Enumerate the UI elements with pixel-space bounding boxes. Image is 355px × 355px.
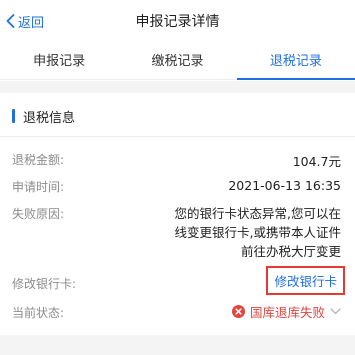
error-circle-icon (231, 305, 245, 318)
page-title: 申报记录详情 (135, 14, 220, 30)
refund-amount-label: 退税金额: (12, 153, 65, 167)
section-accent-bar (12, 109, 15, 123)
tab-payment-records[interactable]: 缴税记录 (118, 40, 236, 79)
fail-reason-line: 线变更银行卡,或携带本人证件 (174, 225, 341, 240)
section-title: 退税信息 (23, 110, 76, 126)
modify-bank-card-link[interactable]: 修改银行卡 (266, 266, 345, 295)
modify-card-label: 修改银行卡: (12, 277, 77, 291)
tab-refund-records[interactable]: 退税记录 (236, 40, 355, 80)
screen: 返回 申报记录详情 申报记录 缴税记录 退税记录 退税信息 退税金额: 104.… (0, 0, 355, 355)
status-value: 国库退库失败 (249, 305, 325, 320)
current-status-label: 当前状态: (12, 306, 65, 320)
fail-reason-line: 您的银行卡状态异常,您可以在 (174, 206, 341, 221)
bottom-gap (0, 335, 355, 355)
section-gap (0, 81, 355, 93)
section-divider (0, 136, 355, 137)
refund-amount-value: 104.7元 (292, 154, 341, 169)
nav-header: 返回 申报记录详情 (0, 0, 355, 40)
status-dropdown[interactable]: 国库退库失败 (231, 302, 341, 321)
fail-reason-text: 您的银行卡状态异常,您可以在 线变更银行卡,或携带本人证件 前往办税大厅变更 (151, 204, 341, 261)
apply-time-value: 2021-06-13 16:35 (228, 178, 341, 193)
fail-reason-line: 前往办税大厅变更 (240, 244, 341, 259)
fail-reason-label: 失败原因: (12, 207, 65, 221)
record-tabs: 申报记录 缴税记录 退税记录 (0, 40, 355, 80)
chevron-down-icon (330, 308, 341, 315)
section-header: 退税信息 (12, 106, 75, 126)
tab-declaration-records[interactable]: 申报记录 (0, 40, 118, 79)
apply-time-label: 申请时间: (12, 180, 65, 194)
